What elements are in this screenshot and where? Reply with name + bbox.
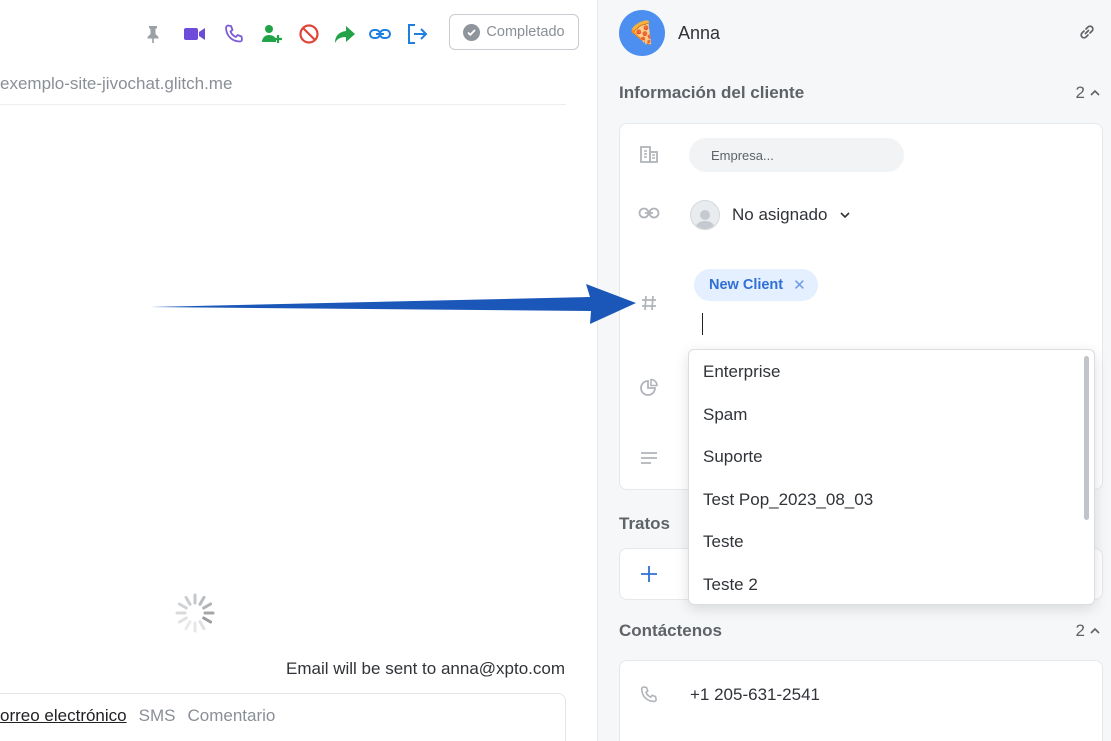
chevron-up-icon (1090, 627, 1100, 634)
chevron-up-icon (1090, 89, 1100, 96)
pie-chart-icon (638, 377, 660, 399)
dropdown-scrollbar[interactable] (1084, 356, 1089, 520)
exit-icon[interactable] (405, 22, 429, 46)
pin-icon[interactable] (141, 22, 165, 46)
user-avatar-icon (690, 200, 720, 230)
email-recipient-note: Email will be sent to anna@xpto.com (286, 659, 565, 678)
deals-title[interactable]: Tratos (619, 514, 670, 534)
description-icon (638, 447, 660, 469)
contacts-count[interactable]: 2 (1076, 621, 1101, 641)
contacts-title[interactable]: Contáctenos (619, 621, 722, 641)
tag-label: New Client (709, 277, 784, 293)
tag-options-dropdown[interactable]: Enterprise Spam Suporte Test Pop_2023_08… (688, 349, 1095, 605)
block-icon[interactable] (297, 22, 321, 46)
completed-button[interactable]: Completado (449, 14, 579, 50)
add-deal-icon[interactable] (638, 563, 660, 585)
app-window: Completado exemplo-site-jivochat.glitch.… (0, 0, 1111, 741)
tag-option[interactable]: Test Pop_2023_08_03 (703, 490, 873, 510)
text-caret (702, 313, 703, 335)
loading-spinner-icon (175, 593, 215, 633)
client-info-count[interactable]: 2 (1076, 83, 1101, 103)
client-name: Anna (678, 23, 721, 43)
assignee-dropdown[interactable]: No asignado (690, 200, 851, 230)
link-icon[interactable] (368, 22, 392, 46)
copy-link-icon[interactable] (1077, 22, 1097, 42)
site-url[interactable]: exemplo-site-jivochat.glitch.me (0, 74, 232, 94)
client-info-count-value: 2 (1075, 83, 1085, 102)
building-icon (638, 143, 660, 165)
client-info-title[interactable]: Información del cliente (619, 83, 804, 103)
tag-option[interactable]: Enterprise (703, 362, 780, 382)
tag-option[interactable]: Teste 2 (703, 575, 758, 595)
tab-email[interactable]: orreo electrónico (0, 706, 127, 726)
tab-sms[interactable]: SMS (139, 706, 176, 726)
forward-icon[interactable] (333, 22, 357, 46)
hashtag-icon (638, 292, 660, 314)
tag-option[interactable]: Suporte (703, 447, 763, 467)
check-circle-icon (463, 23, 481, 41)
tag-option[interactable]: Spam (703, 405, 747, 425)
remove-tag-icon[interactable]: ✕ (793, 276, 806, 294)
phone-number[interactable]: +1 205-631-2541 (690, 685, 820, 705)
link-field-icon (638, 202, 660, 224)
phone-icon[interactable] (222, 22, 246, 46)
phone-field-icon (638, 684, 660, 706)
tag-option[interactable]: Teste (703, 532, 744, 552)
composer-tabs: orreo electrónico SMS Comentario (0, 706, 275, 726)
annotation-arrow-icon (150, 284, 636, 324)
add-user-icon[interactable] (260, 22, 284, 46)
video-icon[interactable] (183, 22, 207, 46)
chevron-down-icon (840, 212, 851, 219)
contacts-count-value: 2 (1075, 621, 1085, 640)
company-input[interactable] (689, 138, 904, 172)
pizza-icon: 🍕 (628, 20, 656, 45)
tab-comment[interactable]: Comentario (187, 706, 275, 726)
completed-label: Completado (486, 24, 565, 40)
assignee-label: No asignado (732, 205, 828, 224)
chat-pane: Completado exemplo-site-jivochat.glitch.… (0, 0, 598, 741)
tag-chip: New Client ✕ (694, 269, 818, 301)
avatar[interactable]: 🍕 (619, 10, 665, 56)
divider (0, 104, 566, 105)
